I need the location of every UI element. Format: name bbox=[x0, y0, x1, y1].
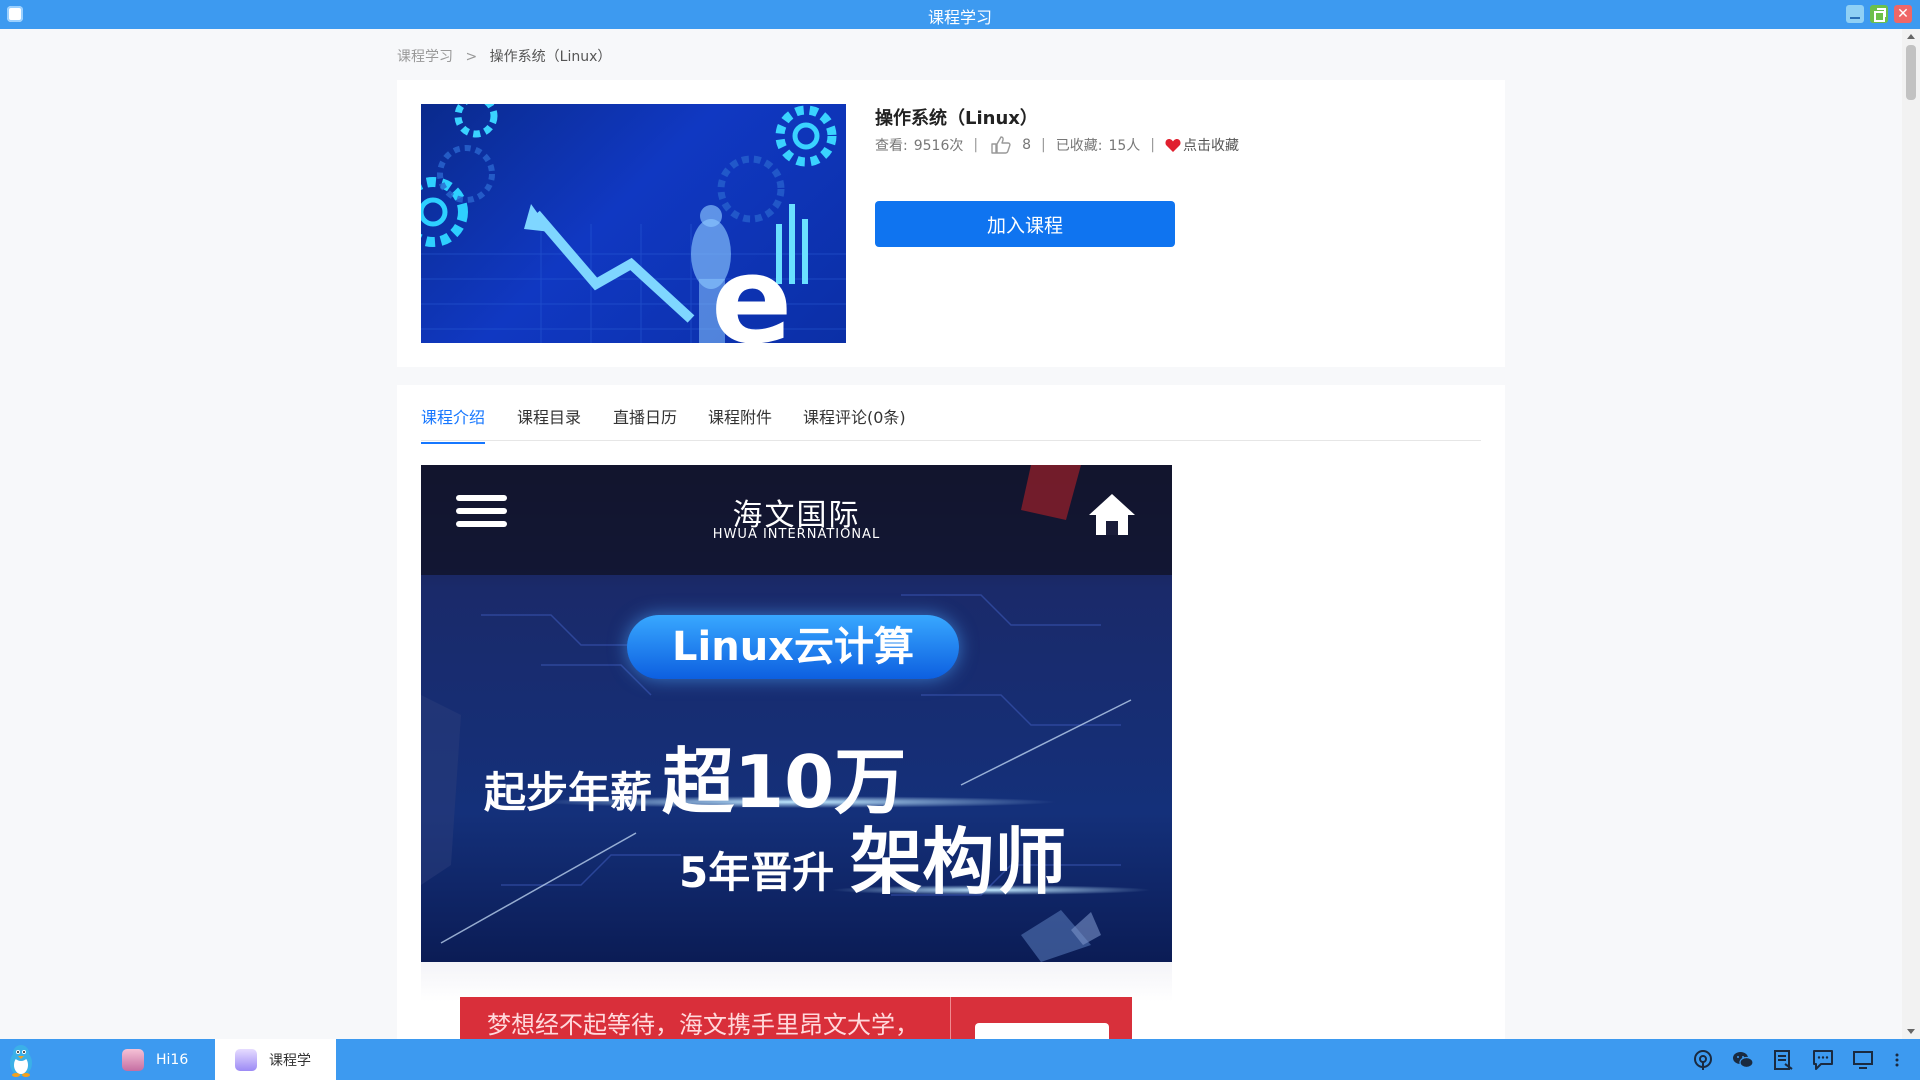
taskbar-item-label: Hi16 bbox=[156, 1051, 189, 1068]
secondary-banner-box bbox=[950, 997, 1132, 1039]
course-detail-card: 课程介绍 课程目录 直播日历 课程附件 课程评论(0条) 海文国际 HWUA I… bbox=[397, 385, 1505, 1039]
favorites-value: 15人 bbox=[1108, 138, 1141, 154]
banner-course-pill: Linux云计算 bbox=[627, 615, 959, 679]
scroll-down-arrow-icon[interactable] bbox=[1907, 1029, 1915, 1034]
tab-live-calendar[interactable]: 直播日历 bbox=[613, 404, 677, 442]
home-icon bbox=[1089, 494, 1135, 535]
taskbar-item-hi16[interactable]: Hi16 bbox=[110, 1039, 210, 1080]
notes-icon[interactable] bbox=[1772, 1049, 1794, 1071]
favorites-label: 已收藏: bbox=[1055, 138, 1103, 154]
minimize-button[interactable] bbox=[1846, 5, 1864, 23]
wechat-icon[interactable] bbox=[1732, 1049, 1754, 1071]
breadcrumb-root-link[interactable]: 课程学习 bbox=[397, 49, 453, 65]
course-app-icon bbox=[235, 1048, 257, 1071]
hotspot-icon[interactable] bbox=[1692, 1049, 1714, 1071]
scrollbar-thumb[interactable] bbox=[1906, 45, 1916, 100]
meta-divider: | bbox=[1150, 137, 1155, 153]
course-tabs: 课程介绍 课程目录 直播日历 课程附件 课程评论(0条) bbox=[421, 385, 1481, 444]
breadcrumb-separator: > bbox=[465, 49, 478, 65]
banner-headline-1-small: 起步年薪 bbox=[484, 768, 653, 817]
hi16-app-icon bbox=[122, 1048, 144, 1071]
banner-footer bbox=[421, 962, 1172, 1002]
window-title-bar: 课程学习 ✕ bbox=[0, 0, 1920, 29]
tab-course-comments[interactable]: 课程评论(0条) bbox=[803, 404, 906, 442]
meta-divider: | bbox=[1041, 137, 1046, 153]
close-button[interactable]: ✕ bbox=[1894, 5, 1912, 23]
breadcrumb-current: 操作系统（Linux） bbox=[489, 49, 612, 65]
secondary-banner: 梦想经不起等待，海文携手里昂文大学， bbox=[460, 997, 1132, 1039]
cover-illustration: e bbox=[421, 104, 846, 343]
favorite-link[interactable]: 点击收藏 bbox=[1183, 135, 1239, 155]
maximize-button[interactable] bbox=[1870, 5, 1888, 23]
page-content: 课程学习 > 操作系统（Linux） e 操作系统（Linux） 查看: 951… bbox=[0, 29, 1902, 1039]
views-label: 查看: bbox=[875, 138, 908, 154]
course-info-card: e 操作系统（Linux） 查看: 9516次 | 8 | 已收藏: 15人 |… bbox=[397, 80, 1505, 367]
likes-count: 8 bbox=[1022, 137, 1031, 153]
start-menu-penguin-icon[interactable] bbox=[5, 1043, 37, 1077]
secondary-banner-pill bbox=[975, 1023, 1109, 1039]
vertical-scrollbar[interactable] bbox=[1902, 29, 1920, 1039]
tab-course-attachments[interactable]: 课程附件 bbox=[708, 404, 772, 442]
chat-icon[interactable] bbox=[1812, 1049, 1834, 1071]
svg-text:e: e bbox=[711, 232, 792, 343]
window-title: 课程学习 bbox=[927, 8, 992, 27]
course-cover-image: e bbox=[421, 104, 846, 343]
meta-divider: | bbox=[973, 137, 979, 153]
secondary-banner-text: 梦想经不起等待，海文携手里昂文大学， bbox=[487, 1011, 919, 1039]
taskbar-item-label: 课程学 bbox=[269, 1052, 311, 1069]
banner-headline-2: 5年晋升 架构师 bbox=[679, 803, 1066, 908]
scroll-up-arrow-icon[interactable] bbox=[1907, 34, 1915, 39]
tab-course-intro[interactable]: 课程介绍 bbox=[421, 404, 486, 444]
like-icon[interactable] bbox=[990, 135, 1012, 155]
banner-logo-subtitle: HWUA INTERNATIONAL bbox=[712, 527, 881, 542]
banner-headline-2-small: 5年晋升 bbox=[679, 848, 835, 897]
course-meta: 查看: 9516次 | 8 | 已收藏: 15人 | 点击收藏 bbox=[875, 135, 1239, 155]
banner-headline-2-big: 架构师 bbox=[850, 820, 1067, 904]
display-icon[interactable] bbox=[1852, 1049, 1874, 1071]
course-intro-banner: 海文国际 HWUA INTERNATIONAL Linux云计算 起步年薪 超10… bbox=[421, 465, 1172, 962]
heart-icon[interactable] bbox=[1165, 138, 1181, 153]
taskbar-item-course[interactable]: 课程学 bbox=[215, 1039, 336, 1080]
join-course-button[interactable]: 加入课程 bbox=[875, 201, 1175, 247]
taskbar: Hi16 课程学 bbox=[0, 1039, 1920, 1080]
views-value: 9516次 bbox=[913, 138, 964, 154]
tab-course-catalog[interactable]: 课程目录 bbox=[517, 404, 581, 442]
breadcrumb: 课程学习 > 操作系统（Linux） bbox=[397, 46, 611, 66]
course-title: 操作系统（Linux） bbox=[875, 108, 1038, 129]
more-icon[interactable] bbox=[1892, 1049, 1902, 1071]
